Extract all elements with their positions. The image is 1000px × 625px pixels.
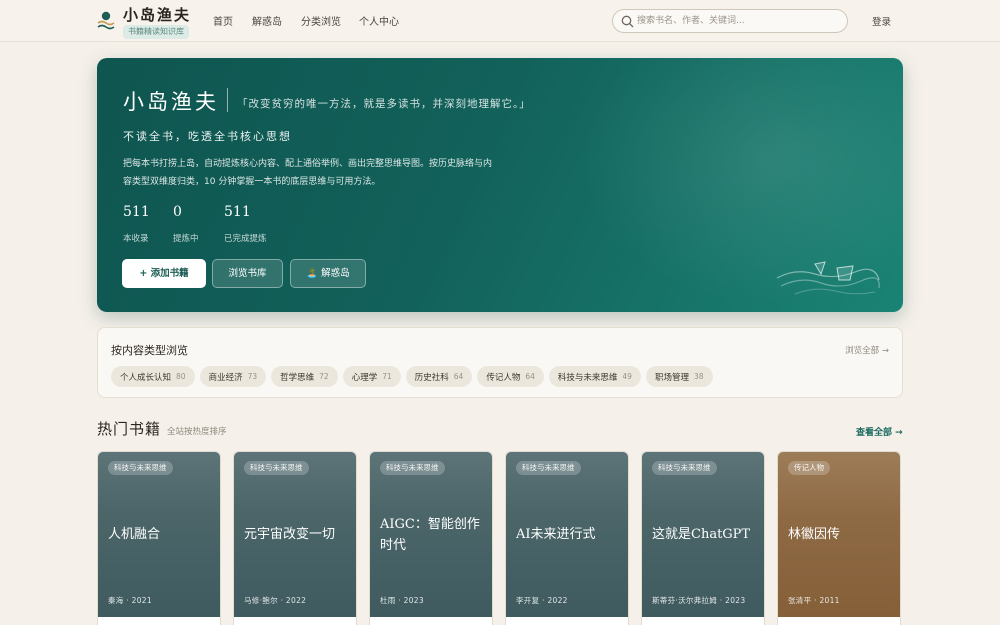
book-cover: 科技与未来思维 AI未来进行式 李开复 · 2022: [506, 452, 628, 617]
book-category-tag: 科技与未来思维: [380, 461, 445, 475]
category-chip-count: 38: [693, 372, 704, 381]
category-chip-count: 64: [525, 372, 535, 381]
category-chip-label: 传记人物: [486, 372, 521, 383]
add-book-button[interactable]: + 添加书籍: [122, 259, 206, 288]
stat-collected-label: 本收录: [123, 234, 149, 244]
nav-profile[interactable]: 个人中心: [359, 13, 399, 28]
category-chip-label: 商业经济: [208, 372, 243, 383]
book-card[interactable]: 科技与未来思维 人机融合 秦海 · 2021: [97, 451, 221, 625]
hero-description-line: 把每本书打捞上岛，自动提炼核心内容、配上通俗举例、画出完整思维导图。按历史脉络与…: [123, 159, 493, 169]
hero-title: 小岛渔夫: [123, 90, 219, 114]
hero-subtitle: 不读全书，吃透全书核心思想: [123, 130, 292, 143]
category-chip-count: 64: [453, 372, 464, 381]
category-chip[interactable]: 个人成长认知 80: [111, 366, 195, 387]
category-panel-title: 按内容类型浏览: [111, 344, 188, 357]
nav-categories[interactable]: 分类浏览: [301, 13, 341, 28]
category-chip-label: 职场管理: [654, 372, 689, 383]
login-link[interactable]: 登录: [872, 14, 891, 28]
search-icon: [621, 15, 634, 28]
category-chip-count: 71: [382, 372, 392, 381]
category-chip-label: 哲学思维: [280, 372, 315, 383]
island-button[interactable]: 🏝️ 解惑岛: [290, 259, 366, 288]
search-input[interactable]: [637, 13, 837, 29]
category-chip-label: 科技与未来思维: [557, 372, 618, 383]
fisher-logo-icon[interactable]: [97, 11, 115, 31]
book-author-year: 张清平 · 2011: [788, 596, 840, 605]
hero-title-divider: [227, 88, 228, 112]
category-chip-row: 个人成长认知 80 商业经济 73 哲学思维 72 心理学 71 历史社科 64 传记人物…: [111, 366, 713, 387]
category-chip-count: 49: [622, 372, 632, 381]
category-chip[interactable]: 传记人物 64: [477, 366, 544, 387]
book-cover: 科技与未来思维 人机融合 秦海 · 2021: [98, 452, 220, 617]
book-cover: 科技与未来思维 这就是ChatGPT 斯蒂芬·沃尔弗拉姆 · 2023: [642, 452, 764, 617]
book-category-tag: 传记人物: [788, 461, 830, 475]
top-header: 小岛渔夫 书籍精读知识库 首页 解惑岛 分类浏览 个人中心 登录: [0, 0, 1000, 42]
category-chip-label: 个人成长认知: [120, 372, 172, 383]
book-author-year: 斯蒂芬·沃尔弗拉姆 · 2023: [652, 596, 746, 605]
stat-processing-value: 0: [173, 204, 182, 220]
hero-description: 把每本书打捞上岛，自动提炼核心内容、配上通俗举例、画出完整思维导图。按历史脉络与…: [123, 155, 523, 191]
nav-island[interactable]: 解惑岛: [252, 13, 282, 28]
book-card[interactable]: 科技与未来思维 这就是ChatGPT 斯蒂芬·沃尔弗拉姆 · 2023: [641, 451, 765, 625]
book-title: 这就是ChatGPT: [652, 527, 751, 542]
category-chip[interactable]: 科技与未来思维 49: [548, 366, 641, 387]
book-card[interactable]: 科技与未来思维 AI未来进行式 李开复 · 2022: [505, 451, 629, 625]
category-chip-count: 72: [319, 372, 329, 381]
book-title: AIGC：智能创作时代: [380, 517, 480, 553]
book-title: 人机融合: [108, 527, 161, 542]
category-chip-label: 历史社科: [414, 372, 449, 383]
hero-description-line: 容类型双维度归类，10 分钟掌握一本书的底层思维与可用方法。: [123, 177, 381, 187]
view-all-link[interactable]: 查看全部 →: [856, 425, 903, 438]
stat-collected-value: 511: [123, 204, 150, 220]
brand-tagline-badge: 书籍精读知识库: [123, 25, 189, 39]
category-chip-label: 心理学: [351, 372, 378, 383]
category-chip-count: 80: [176, 372, 186, 381]
category-chip[interactable]: 历史社科 64: [405, 366, 473, 387]
book-cover: 科技与未来思维 AIGC：智能创作时代 杜雨 · 2023: [370, 452, 492, 617]
hero-banner: 小岛渔夫 「改变贫穷的唯一方法，就是多读书，并深刻地理解它。」 不读全书，吃透全…: [97, 58, 903, 312]
category-chip[interactable]: 哲学思维 72: [271, 366, 338, 387]
brand-name[interactable]: 小岛渔夫: [123, 4, 191, 25]
search-box[interactable]: [612, 9, 848, 33]
book-card[interactable]: 传记人物 林徽因传 张清平 · 2011: [777, 451, 901, 625]
stat-completed-value: 511: [224, 204, 251, 220]
book-card[interactable]: 科技与未来思维 元宇宙改变一切 马修·鲍尔 · 2022: [233, 451, 357, 625]
browse-all-link[interactable]: 浏览全部 →: [845, 344, 889, 356]
category-chip[interactable]: 商业经济 73: [199, 366, 267, 387]
book-author-year: 秦海 · 2021: [108, 596, 152, 605]
book-category-tag: 科技与未来思维: [652, 461, 717, 475]
browse-library-button[interactable]: 浏览书库: [212, 259, 283, 288]
book-cover: 科技与未来思维 元宇宙改变一切 马修·鲍尔 · 2022: [234, 452, 356, 617]
book-category-tag: 科技与未来思维: [108, 461, 173, 475]
stat-processing-label: 提炼中: [173, 234, 199, 244]
book-card[interactable]: 科技与未来思维 AIGC：智能创作时代 杜雨 · 2023: [369, 451, 493, 625]
boat-waves-illustration: [776, 261, 880, 295]
book-author-year: 马修·鲍尔 · 2022: [244, 596, 307, 605]
category-chip[interactable]: 心理学 71: [342, 366, 401, 387]
book-author-year: 李开复 · 2022: [516, 596, 568, 605]
book-category-tag: 科技与未来思维: [516, 461, 581, 475]
nav-home[interactable]: 首页: [213, 13, 233, 28]
category-chip-count: 73: [247, 372, 258, 381]
category-chip[interactable]: 职场管理 38: [645, 366, 713, 387]
hot-books-title: 热门书籍: [97, 420, 162, 438]
stat-completed-label: 已完成提炼: [224, 234, 267, 244]
category-browse-panel: 按内容类型浏览 浏览全部 → 个人成长认知 80 商业经济 73 哲学思维 72 心理…: [97, 327, 903, 398]
book-author-year: 杜雨 · 2023: [380, 596, 424, 605]
book-cover: 传记人物 林徽因传 张清平 · 2011: [778, 452, 900, 617]
book-title: 元宇宙改变一切: [244, 527, 336, 542]
hot-books-subtitle: 全站按热度排序: [167, 427, 227, 437]
book-title: 林徽因传: [788, 527, 841, 542]
book-category-tag: 科技与未来思维: [244, 461, 309, 475]
hero-quote: 「改变贫穷的唯一方法，就是多读书，并深刻地理解它。」: [237, 98, 531, 110]
book-title: AI未来进行式: [516, 527, 596, 542]
